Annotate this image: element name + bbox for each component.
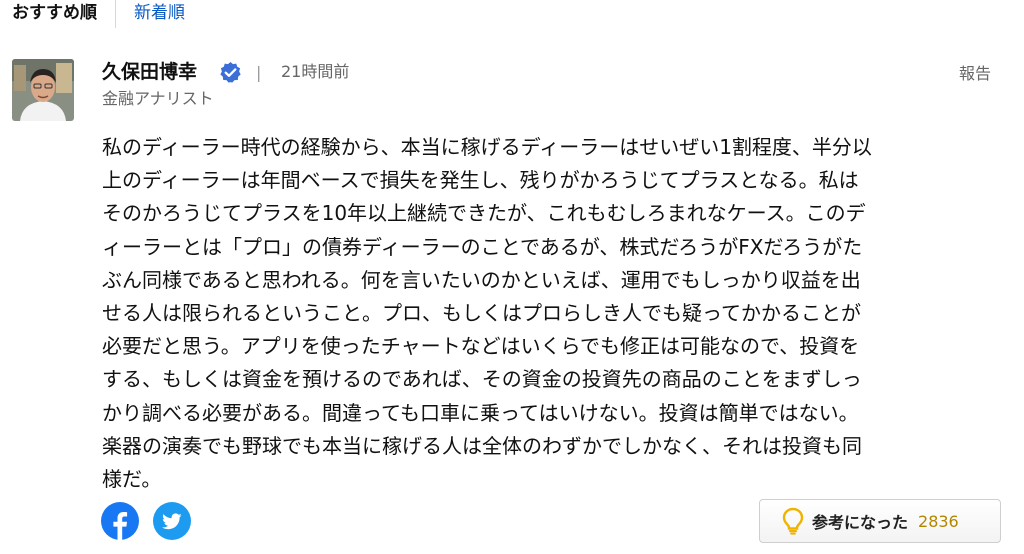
twitter-share-button[interactable]: [153, 502, 191, 540]
comment-line: そのかろうじてプラスを10年以上継続できたが、これもむしろまれなケース。このデ: [102, 201, 866, 226]
twitter-icon: [153, 502, 191, 540]
comment-line: 上のディーラーは年間ベースで損失を発生し、残りがかろうじてプラスとなる。私は: [102, 168, 859, 193]
report-link[interactable]: 報告: [959, 63, 991, 85]
comment-line: ィーラーとは「プロ」の債券ディーラーのことであるが、株式だろうがFXだろうがた: [102, 234, 863, 259]
helpful-count: 2836: [918, 511, 959, 531]
avatar[interactable]: [12, 59, 74, 121]
tab-newest[interactable]: 新着順: [116, 0, 185, 23]
sort-tabs: おすすめ順 新着順: [0, 0, 185, 34]
comment-page: おすすめ順 新着順 久保田博幸 | 21時間前 金融アナリスト 報告 私のディー…: [0, 0, 1024, 554]
author-name[interactable]: 久保田博幸: [102, 60, 197, 84]
tab-recommended[interactable]: おすすめ順: [0, 0, 115, 23]
author-title: 金融アナリスト: [102, 89, 214, 108]
comment-line: 様だ。: [102, 466, 162, 491]
comment-line: かり調べる必要がある。間違っても口車に乗ってはいけない。投資は簡単ではない。: [102, 400, 859, 425]
meta-separator: |: [256, 63, 262, 82]
post-time: 21時間前: [281, 62, 350, 81]
comment-line: 必要だと思う。アプリを使ったチャートなどはいくらでも修正は可能なので、投資を: [102, 334, 860, 359]
helpful-button[interactable]: 参考になった 2836: [759, 499, 1001, 543]
comment-body: 私のディーラー時代の経験から、本当に稼げるディーラーはせいぜい1割程度、半分以 …: [102, 131, 1007, 496]
verified-badge-icon: [219, 61, 242, 84]
comment-line: せる人は限られるということ。プロ、もしくはプロらしき人でも疑ってかかることが: [102, 300, 861, 325]
lightbulb-icon: [782, 507, 804, 535]
comment-line: 楽器の演奏でも野球でも本当に稼げる人は全体のわずかでしかなく、それは投資も同: [102, 433, 862, 458]
comment-line: する、もしくは資金を預けるのであれば、その資金の投資先の商品のことをまずしっ: [102, 367, 862, 392]
facebook-share-button[interactable]: [101, 502, 139, 540]
comment-line: 私のディーラー時代の経験から、本当に稼げるディーラーはせいぜい1割程度、半分以: [102, 135, 872, 159]
comment-line: ぶん同様であると思われる。何を言いたいのかといえば、運用でもしっかり収益を出: [102, 267, 861, 292]
facebook-icon: [101, 502, 139, 540]
helpful-label: 参考になった: [812, 513, 909, 532]
